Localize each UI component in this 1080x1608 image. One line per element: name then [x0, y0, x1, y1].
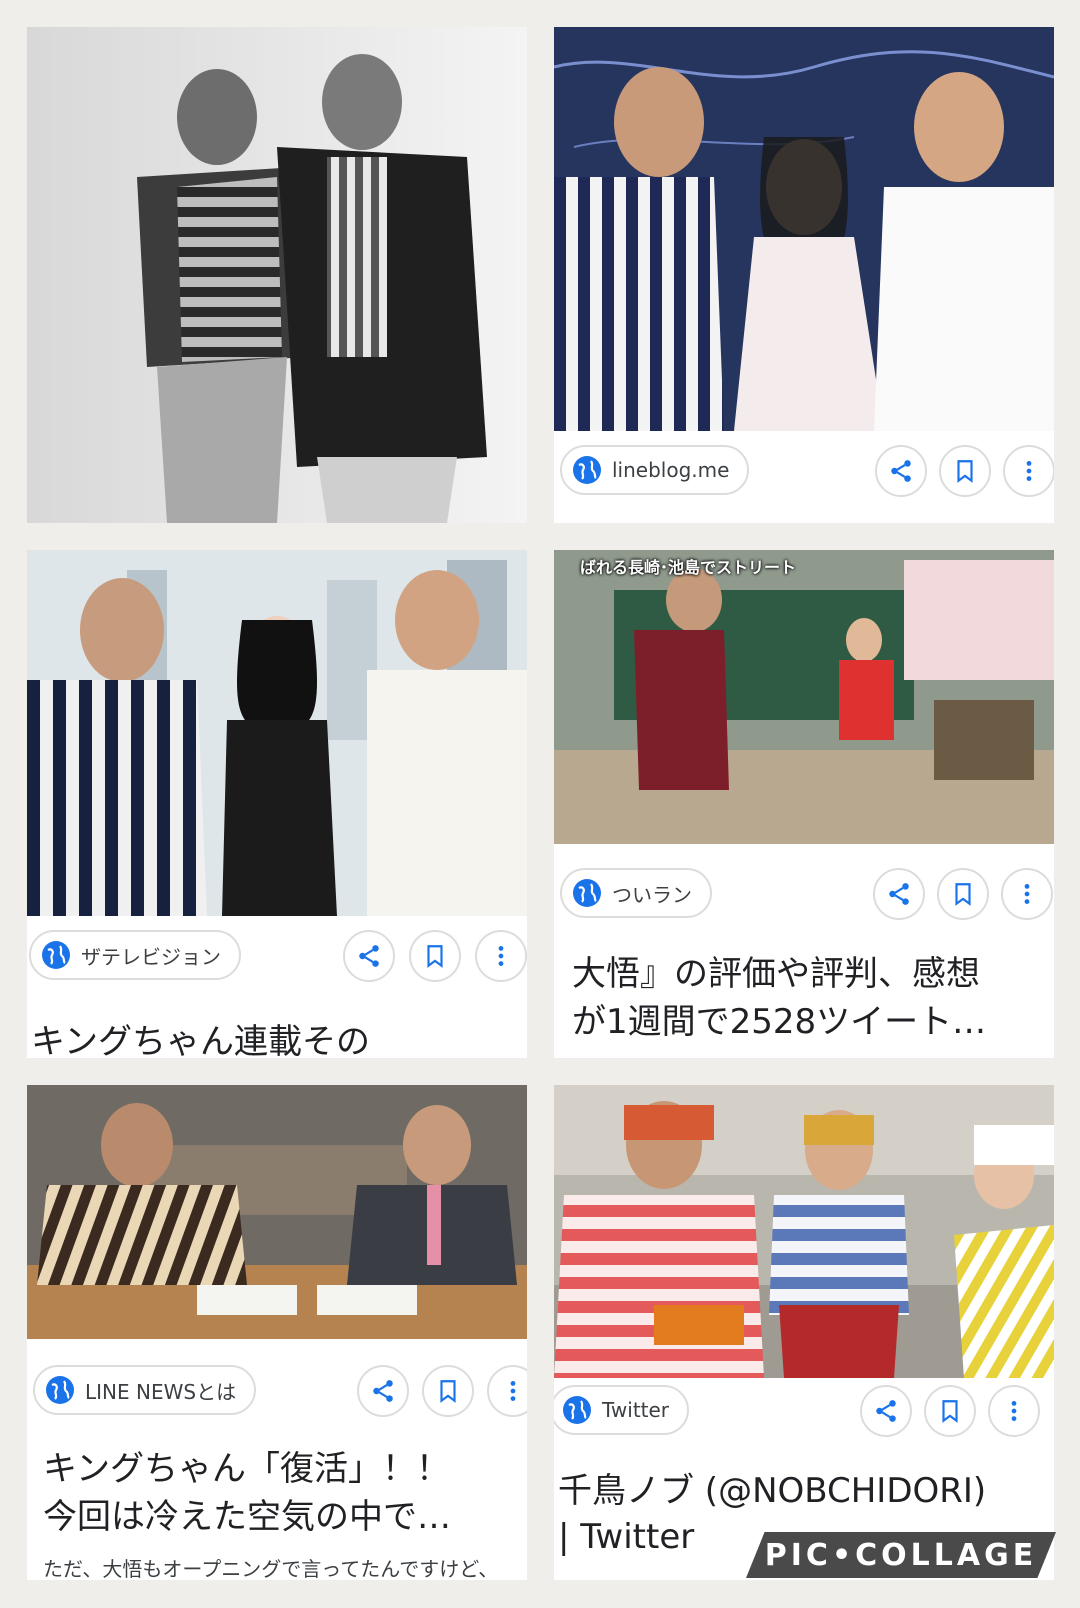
share-icon	[891, 460, 911, 482]
result-snippet: ただ、大悟もオープニングで言ってたんですけど、	[43, 1557, 499, 1580]
globe-icon	[573, 879, 601, 907]
bookmark-icon	[427, 945, 443, 968]
save-button[interactable]	[409, 930, 461, 982]
broadcast-caption: ばれる長崎･池島でストリート	[580, 558, 797, 577]
source-label: ついラン	[612, 882, 692, 907]
globe-icon	[563, 1396, 591, 1424]
share-icon	[889, 883, 909, 905]
image-card-5[interactable]: LINE NEWSとは キングちゃん「復活」！！ 今回は冷えた空気の中で… ただ…	[27, 1085, 527, 1580]
image-card-6[interactable]: Twitter 千鳥ノブ (@NOBCHIDORI) | Twitter	[554, 1085, 1054, 1580]
more-vert-icon	[1024, 884, 1030, 904]
photo-street-trio	[554, 1085, 1054, 1378]
image-card-4[interactable]: ばれる長崎･池島でストリート ついラン 大悟』の評価や評判、感想 が1週間で25…	[554, 550, 1054, 1058]
source-chip[interactable]: ついラン	[560, 868, 712, 918]
more-options-button[interactable]	[1001, 868, 1053, 920]
more-options-button[interactable]	[1003, 445, 1054, 497]
share-button[interactable]	[357, 1365, 409, 1417]
globe-icon	[42, 941, 70, 969]
more-vert-icon	[1026, 461, 1032, 481]
result-title-line-1[interactable]: 大悟』の評価や評判、感想	[572, 950, 1052, 998]
share-button[interactable]	[860, 1385, 912, 1437]
save-button[interactable]	[422, 1365, 474, 1417]
share-icon	[876, 1400, 896, 1422]
source-label: lineblog.me	[612, 458, 730, 482]
more-options-button[interactable]	[988, 1385, 1040, 1437]
image-card-2[interactable]: lineblog.me	[554, 27, 1054, 523]
pic-collage-watermark: PIC•COLLAGE	[746, 1532, 1056, 1578]
photo-duo-table	[27, 1085, 527, 1339]
result-title-line-1[interactable]: キングちゃん「復活」！！	[43, 1445, 527, 1493]
photo-trio-blackboard	[554, 27, 1054, 431]
share-button[interactable]	[873, 868, 925, 920]
source-label: LINE NEWSとは	[85, 1379, 237, 1404]
more-vert-icon	[510, 1381, 516, 1401]
more-vert-icon	[498, 946, 504, 966]
save-button[interactable]	[937, 868, 989, 920]
result-title-line-1[interactable]: 千鳥ノブ (@NOBCHIDORI)	[558, 1467, 1054, 1515]
save-button[interactable]	[924, 1385, 976, 1437]
photo-trio-window	[27, 550, 527, 916]
more-options-button[interactable]	[475, 930, 527, 982]
share-icon	[373, 1380, 393, 1402]
image-card-3[interactable]: ザテレビジョン キングちゃん連載その	[27, 550, 527, 1058]
source-chip[interactable]: Twitter	[554, 1385, 690, 1435]
image-card-1[interactable]	[27, 27, 527, 523]
bookmark-icon	[440, 1380, 456, 1403]
result-title-line-2[interactable]: 今回は冷えた空気の中で…	[43, 1493, 527, 1541]
share-button[interactable]	[875, 445, 927, 497]
photo-classroom-tv-frame	[554, 550, 1054, 844]
more-options-button[interactable]	[487, 1365, 527, 1417]
result-title-line-2[interactable]: が1週間で2528ツイート…	[572, 998, 1052, 1046]
more-vert-icon	[1011, 1401, 1017, 1421]
source-chip[interactable]: LINE NEWSとは	[33, 1365, 257, 1415]
bookmark-icon	[942, 1400, 958, 1423]
photo-duo-monochrome	[27, 27, 527, 523]
share-icon	[359, 945, 379, 967]
globe-icon	[46, 1376, 74, 1404]
source-label: ザテレビジョン	[81, 944, 221, 969]
save-button[interactable]	[939, 445, 991, 497]
share-button[interactable]	[343, 930, 395, 982]
source-chip[interactable]: ザテレビジョン	[29, 930, 241, 980]
source-label: Twitter	[602, 1398, 670, 1422]
bookmark-icon	[957, 460, 973, 483]
source-chip[interactable]: lineblog.me	[560, 445, 750, 495]
bookmark-icon	[955, 883, 971, 906]
globe-icon	[573, 456, 601, 484]
result-title[interactable]: キングちゃん連載その	[31, 1018, 527, 1058]
